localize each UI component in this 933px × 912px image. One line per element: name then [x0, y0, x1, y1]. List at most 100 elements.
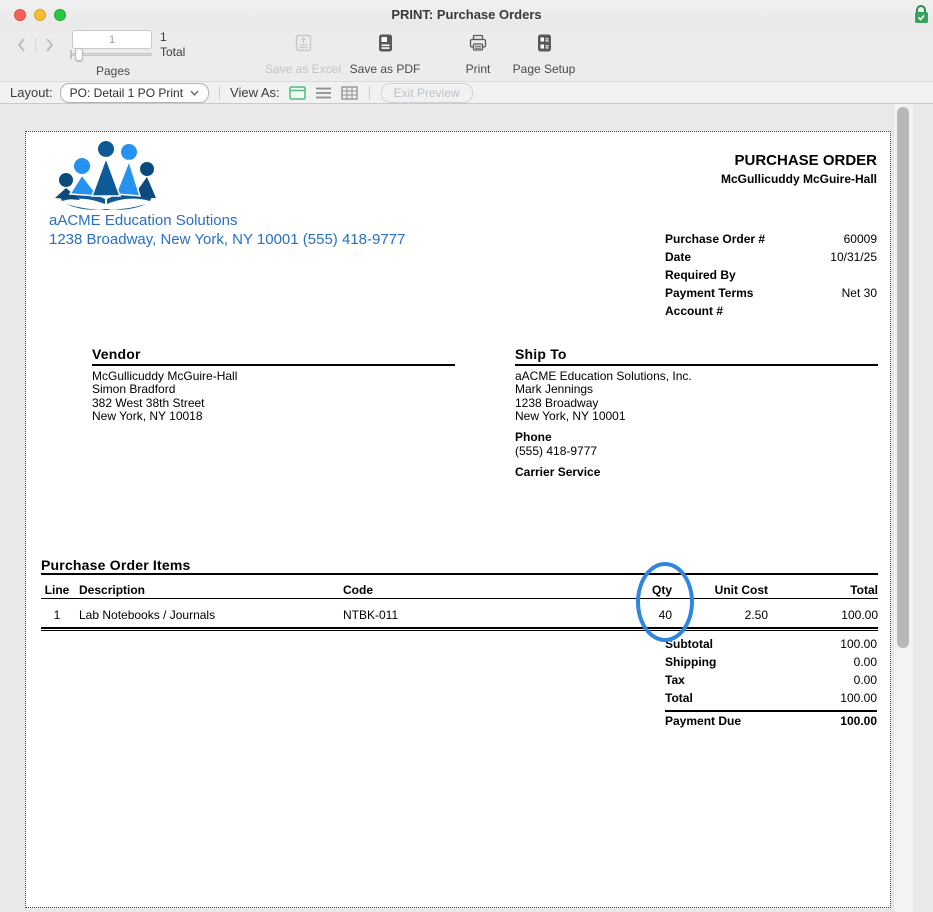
- vendor-line: 382 West 38th Street: [92, 395, 205, 410]
- total-label: Total: [665, 691, 693, 705]
- po-header-vendor-name: McGullicuddy McGuire-Hall: [720, 172, 877, 186]
- po-payment-terms-value: Net 30: [841, 286, 877, 300]
- page-slider[interactable]: [72, 53, 152, 56]
- col-header-total: Total: [850, 583, 878, 597]
- previous-record-button[interactable]: [16, 37, 27, 53]
- company-logo: [55, 141, 156, 210]
- save-as-pdf-button[interactable]: Save as PDF: [349, 34, 421, 76]
- totals-row: Total 100.00: [665, 691, 877, 709]
- print-label: Print: [465, 62, 491, 76]
- list-view-button[interactable]: [315, 86, 332, 100]
- company-name: aACME Education Solutions: [49, 212, 238, 229]
- purchase-order-page: aACME Education Solutions 1238 Broadway,…: [25, 131, 891, 908]
- payment-due-label: Payment Due: [665, 714, 742, 728]
- page-setup-icon: [537, 34, 551, 52]
- save-as-excel-button[interactable]: Save as Excel: [262, 34, 344, 76]
- layoutbar-divider-2: [368, 85, 370, 100]
- totals-row: Tax 0.00: [665, 673, 877, 691]
- total-pages-value: 1: [160, 30, 167, 44]
- col-header-description: Description: [79, 583, 146, 597]
- vendor-line: McGullicuddy McGuire-Hall: [92, 369, 238, 383]
- table-view-button[interactable]: [341, 85, 358, 100]
- totals-row: Shipping 0.00: [665, 655, 877, 673]
- payment-due-row: Payment Due 100.00: [665, 714, 877, 732]
- phone-label: Phone: [515, 430, 552, 444]
- total-value: 100.00: [840, 691, 877, 705]
- ship-to-section-title: Ship To: [515, 346, 567, 362]
- current-page-input[interactable]: [72, 30, 152, 49]
- items-section-title: Purchase Order Items: [41, 557, 191, 573]
- form-view-button[interactable]: [288, 85, 306, 100]
- ship-to-line: Mark Jennings: [515, 382, 594, 397]
- qty-annotation-circle: [636, 562, 694, 642]
- save-pdf-icon: [378, 34, 392, 52]
- ship-to-address-block: aACME Education Solutions, Inc. Mark Jen…: [515, 369, 692, 424]
- po-info-row: Account #: [665, 304, 877, 322]
- item-total: 100.00: [841, 608, 878, 622]
- exit-preview-button[interactable]: Exit Preview: [380, 82, 473, 103]
- save-excel-icon: [295, 34, 311, 52]
- ship-to-rule: [515, 364, 878, 366]
- ship-to-line: New York, NY 10001: [515, 409, 626, 424]
- tax-label: Tax: [665, 673, 685, 687]
- po-info-row: Required By: [665, 268, 877, 286]
- item-description: Lab Notebooks / Journals: [79, 608, 216, 622]
- item-code: NTBK-011: [343, 608, 399, 622]
- items-header-rule: [41, 598, 878, 599]
- company-address: 1238 Broadway, New York, NY 10001 (555) …: [49, 231, 406, 248]
- carrier-service-label: Carrier Service: [515, 465, 601, 479]
- item-line: 1: [53, 608, 61, 622]
- total-pages-label: Total: [160, 45, 186, 59]
- preview-content-area: aACME Education Solutions 1238 Broadway,…: [0, 104, 933, 912]
- po-info-row: Payment Terms Net 30: [665, 286, 877, 304]
- col-header-unit-cost: Unit Cost: [714, 583, 768, 597]
- col-header-line: Line: [44, 583, 70, 597]
- po-info-row: Purchase Order # 60009: [665, 232, 877, 250]
- pages-section-label: Pages: [96, 64, 131, 78]
- status-toolbar: 1 Total Pages Save as Excel Save as PDF: [0, 28, 933, 81]
- vendor-address-block: McGullicuddy McGuire-Hall Simon Bradford…: [92, 369, 238, 424]
- item-unit-cost: 2.50: [744, 608, 768, 622]
- ship-to-line: aACME Education Solutions, Inc.: [515, 369, 692, 383]
- po-account-label: Account #: [665, 304, 724, 318]
- view-as-label: View As:: [230, 85, 280, 100]
- layoutbar-divider: [219, 85, 221, 100]
- items-title-rule: [41, 573, 878, 575]
- po-payment-terms-label: Payment Terms: [665, 286, 754, 300]
- po-number-value: 60009: [843, 232, 877, 246]
- next-record-button[interactable]: [44, 37, 55, 53]
- po-required-by-label: Required By: [665, 268, 736, 282]
- tax-value: 0.00: [853, 673, 877, 687]
- po-date-label: Date: [665, 250, 692, 264]
- vendor-line: Simon Bradford: [92, 382, 176, 397]
- save-excel-label: Save as Excel: [264, 62, 342, 76]
- totals-row: Subtotal 100.00: [665, 637, 877, 655]
- page-slider-thumb[interactable]: [75, 48, 83, 61]
- ship-to-line: 1238 Broadway: [515, 395, 599, 410]
- page-slider-tick: [70, 50, 72, 59]
- print-button[interactable]: Print: [448, 34, 508, 76]
- col-header-code: Code: [343, 583, 373, 597]
- phone-value: (555) 418-9777: [515, 444, 598, 458]
- shipping-label: Shipping: [665, 655, 717, 669]
- po-date-value: 10/31/25: [830, 250, 877, 264]
- print-icon: [469, 34, 487, 51]
- layout-dropdown-value: PO: Detail 1 PO Print: [69, 85, 184, 100]
- page-setup-button[interactable]: Page Setup: [508, 34, 580, 76]
- layout-bar: Layout: PO: Detail 1 PO Print View As: E…: [0, 81, 933, 104]
- po-document-title: PURCHASE ORDER: [734, 152, 877, 169]
- window-title: PRINT: Purchase Orders: [391, 7, 542, 22]
- vendor-rule: [92, 364, 455, 366]
- shipping-value: 0.00: [853, 655, 877, 669]
- items-bottom-rule: [41, 627, 878, 631]
- chevron-down-icon: [190, 90, 199, 96]
- layout-dropdown[interactable]: PO: Detail 1 PO Print: [59, 82, 210, 103]
- vendor-section-title: Vendor: [92, 346, 141, 362]
- payment-due-rule: [665, 710, 877, 712]
- subtotal-value: 100.00: [840, 637, 877, 651]
- po-number-label: Purchase Order #: [665, 232, 766, 246]
- scrollbar-thumb[interactable]: [897, 107, 909, 648]
- vendor-line: New York, NY 10018: [92, 409, 203, 424]
- save-pdf-label: Save as PDF: [349, 62, 421, 76]
- payment-due-value: 100.00: [840, 714, 877, 728]
